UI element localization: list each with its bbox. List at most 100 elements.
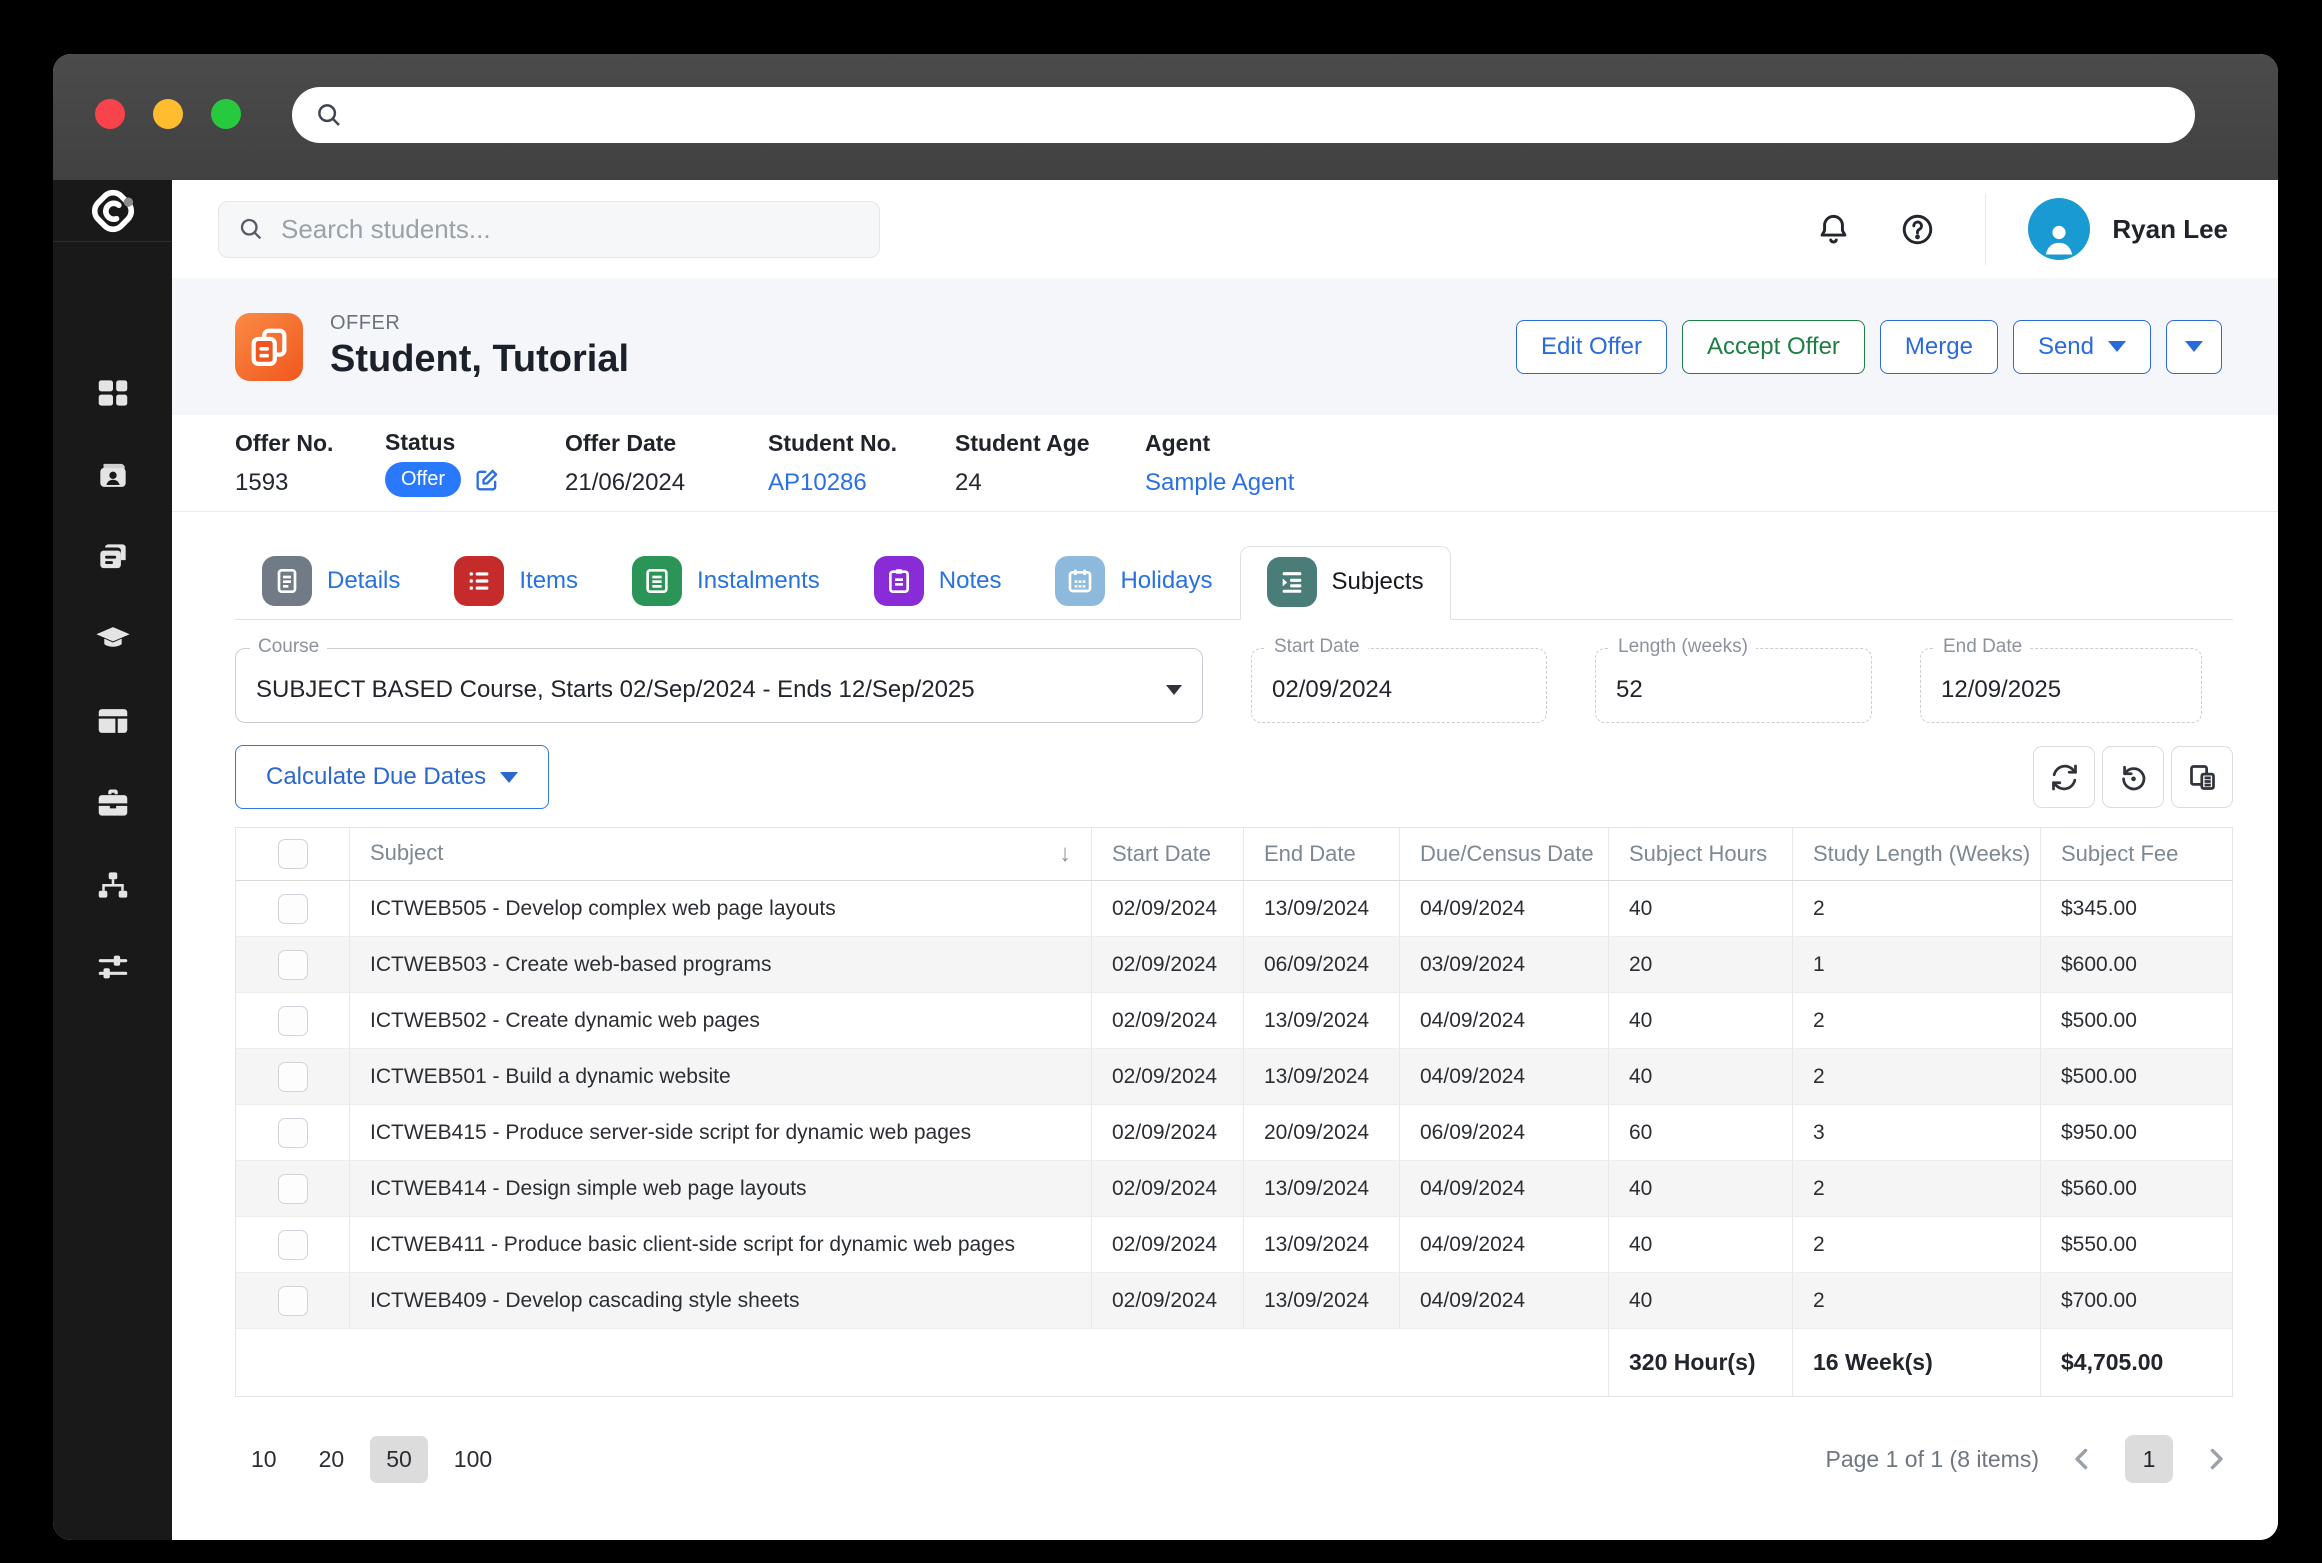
user-avatar[interactable] [2028,198,2091,260]
cell-start-date: 02/09/2024 [1091,1160,1244,1217]
edit-status-button[interactable] [473,466,501,494]
row-checkbox[interactable] [277,1285,308,1316]
sidebar-item-dashboard[interactable] [89,374,137,412]
cell-hours: 40 [1608,1272,1793,1329]
page-size-20[interactable]: 20 [303,1436,361,1483]
row-checkbox[interactable] [277,1005,308,1036]
table-totals-row: 320 Hour(s) 16 Week(s) $4,705.00 [235,1328,2233,1397]
offer-no-value: 1593 [235,468,289,496]
table-row: ICTWEB411 - Produce basic client-side sc… [235,1216,2233,1273]
sliders-icon [98,955,127,979]
cell-fee: $950.00 [2040,1104,2233,1161]
course-select[interactable]: Course SUBJECT BASED Course, Starts 02/S… [235,636,1203,723]
pagination-bar: 10 20 50 100 Page 1 of 1 (8 items) 1 [235,1435,2233,1483]
instalments-list-icon [632,556,683,606]
agent-link[interactable]: Sample Agent [1145,469,1294,497]
sidebar-nav [89,242,137,986]
column-header-end-date[interactable]: End Date [1243,827,1400,881]
cell-fee: $345.00 [2040,880,2233,937]
user-name[interactable]: Ryan Lee [2112,214,2228,245]
page-size-50[interactable]: 50 [370,1435,428,1483]
current-page-button[interactable]: 1 [2125,1435,2173,1483]
calculate-due-dates-button[interactable]: Calculate Due Dates [235,745,550,809]
search-students-input[interactable] [281,213,861,245]
zoom-window-button[interactable] [211,99,241,129]
start-date-value: 02/09/2024 [1272,675,1393,703]
row-checkbox[interactable] [277,1229,308,1260]
student-age-label: Student Age [955,429,1090,456]
tab-instalments[interactable]: Instalments [605,545,847,619]
more-actions-button[interactable] [2166,319,2222,374]
revert-changes-button[interactable] [2102,746,2164,808]
column-header-due-census-date[interactable]: Due/Census Date [1399,827,1609,881]
column-header-subject-hours[interactable]: Subject Hours [1608,827,1793,881]
column-header-subject[interactable]: Subject ↓ [349,827,1092,881]
cell-due-date: 04/09/2024 [1399,880,1609,937]
cell-due-date: 04/09/2024 [1399,1272,1609,1329]
cell-fee: $500.00 [2040,1048,2233,1105]
refresh-grid-button[interactable] [2033,746,2095,808]
row-checkbox[interactable] [277,1173,308,1204]
cell-hours: 40 [1608,1160,1793,1217]
notifications-button[interactable] [1811,207,1855,251]
sidebar-item-settings[interactable] [89,948,137,986]
tab-items[interactable]: Items [427,545,605,619]
table-row: ICTWEB502 - Create dynamic web pages 02/… [235,992,2233,1049]
cell-subject: ICTWEB502 - Create dynamic web pages [349,992,1092,1049]
offer-date-value: 21/06/2024 [565,468,686,496]
row-checkbox[interactable] [277,893,308,924]
select-all-checkbox[interactable] [277,839,308,869]
column-header-start-date[interactable]: Start Date [1091,827,1244,881]
student-no-link[interactable]: AP10286 [768,469,955,497]
bell-icon [1820,214,1847,243]
chevron-down-icon [500,771,519,783]
tab-details[interactable]: Details [235,545,427,619]
course-value: SUBJECT BASED Course, Starts 02/Sep/2024… [256,675,975,703]
edit-offer-button[interactable]: Edit Offer [1516,319,1667,374]
column-header-study-length[interactable]: Study Length (Weeks) [1792,827,2041,881]
app-logo[interactable] [53,180,172,242]
tab-notes[interactable]: Notes [847,545,1029,619]
cell-length: 2 [1792,1160,2041,1217]
cell-start-date: 02/09/2024 [1091,1048,1244,1105]
minimize-window-button[interactable] [153,99,183,129]
send-button[interactable]: Send [2012,319,2151,374]
offers-icon [99,544,126,569]
sidebar-item-offers[interactable] [89,538,137,576]
cell-due-date: 04/09/2024 [1399,992,1609,1049]
previous-page-button[interactable] [2065,1442,2099,1476]
tab-holidays[interactable]: Holidays [1028,545,1239,619]
column-chooser-button[interactable] [2171,746,2233,808]
cell-end-date: 13/09/2024 [1243,1048,1400,1105]
revert-icon [2121,765,2145,790]
help-button[interactable] [1895,207,1939,251]
column-header-subject-fee[interactable]: Subject Fee [2040,827,2233,881]
cell-end-date: 13/09/2024 [1243,1216,1400,1273]
browser-address-bar[interactable] [292,87,2195,143]
page-size-100[interactable]: 100 [438,1436,508,1483]
cell-start-date: 02/09/2024 [1091,992,1244,1049]
sidebar-item-templates[interactable] [89,702,137,740]
dashboard-icon [98,380,127,406]
close-window-button[interactable] [95,99,125,129]
page-size-10[interactable]: 10 [235,1436,293,1483]
tab-subjects[interactable]: Subjects [1239,546,1451,620]
sidebar-item-courses[interactable] [89,620,137,658]
select-all-checkbox-cell[interactable] [235,827,350,881]
sidebar-item-agents[interactable] [89,866,137,904]
accept-offer-button[interactable]: Accept Offer [1681,319,1865,374]
cell-length: 2 [1792,1272,2041,1329]
course-label: Course [250,636,328,658]
cell-end-date: 13/09/2024 [1243,992,1400,1049]
row-checkbox[interactable] [277,1061,308,1092]
briefcase-icon [98,789,127,816]
app-header: Ryan Lee [172,180,2278,278]
merge-button[interactable]: Merge [1879,319,1998,374]
sidebar-item-services[interactable] [89,784,137,822]
sidebar-item-contacts[interactable] [89,456,137,494]
row-checkbox[interactable] [277,1117,308,1148]
subjects-tab-content: Course SUBJECT BASED Course, Starts 02/S… [172,620,2278,1397]
next-page-button[interactable] [2199,1442,2233,1476]
row-checkbox[interactable] [277,949,308,980]
details-document-icon [262,556,312,606]
